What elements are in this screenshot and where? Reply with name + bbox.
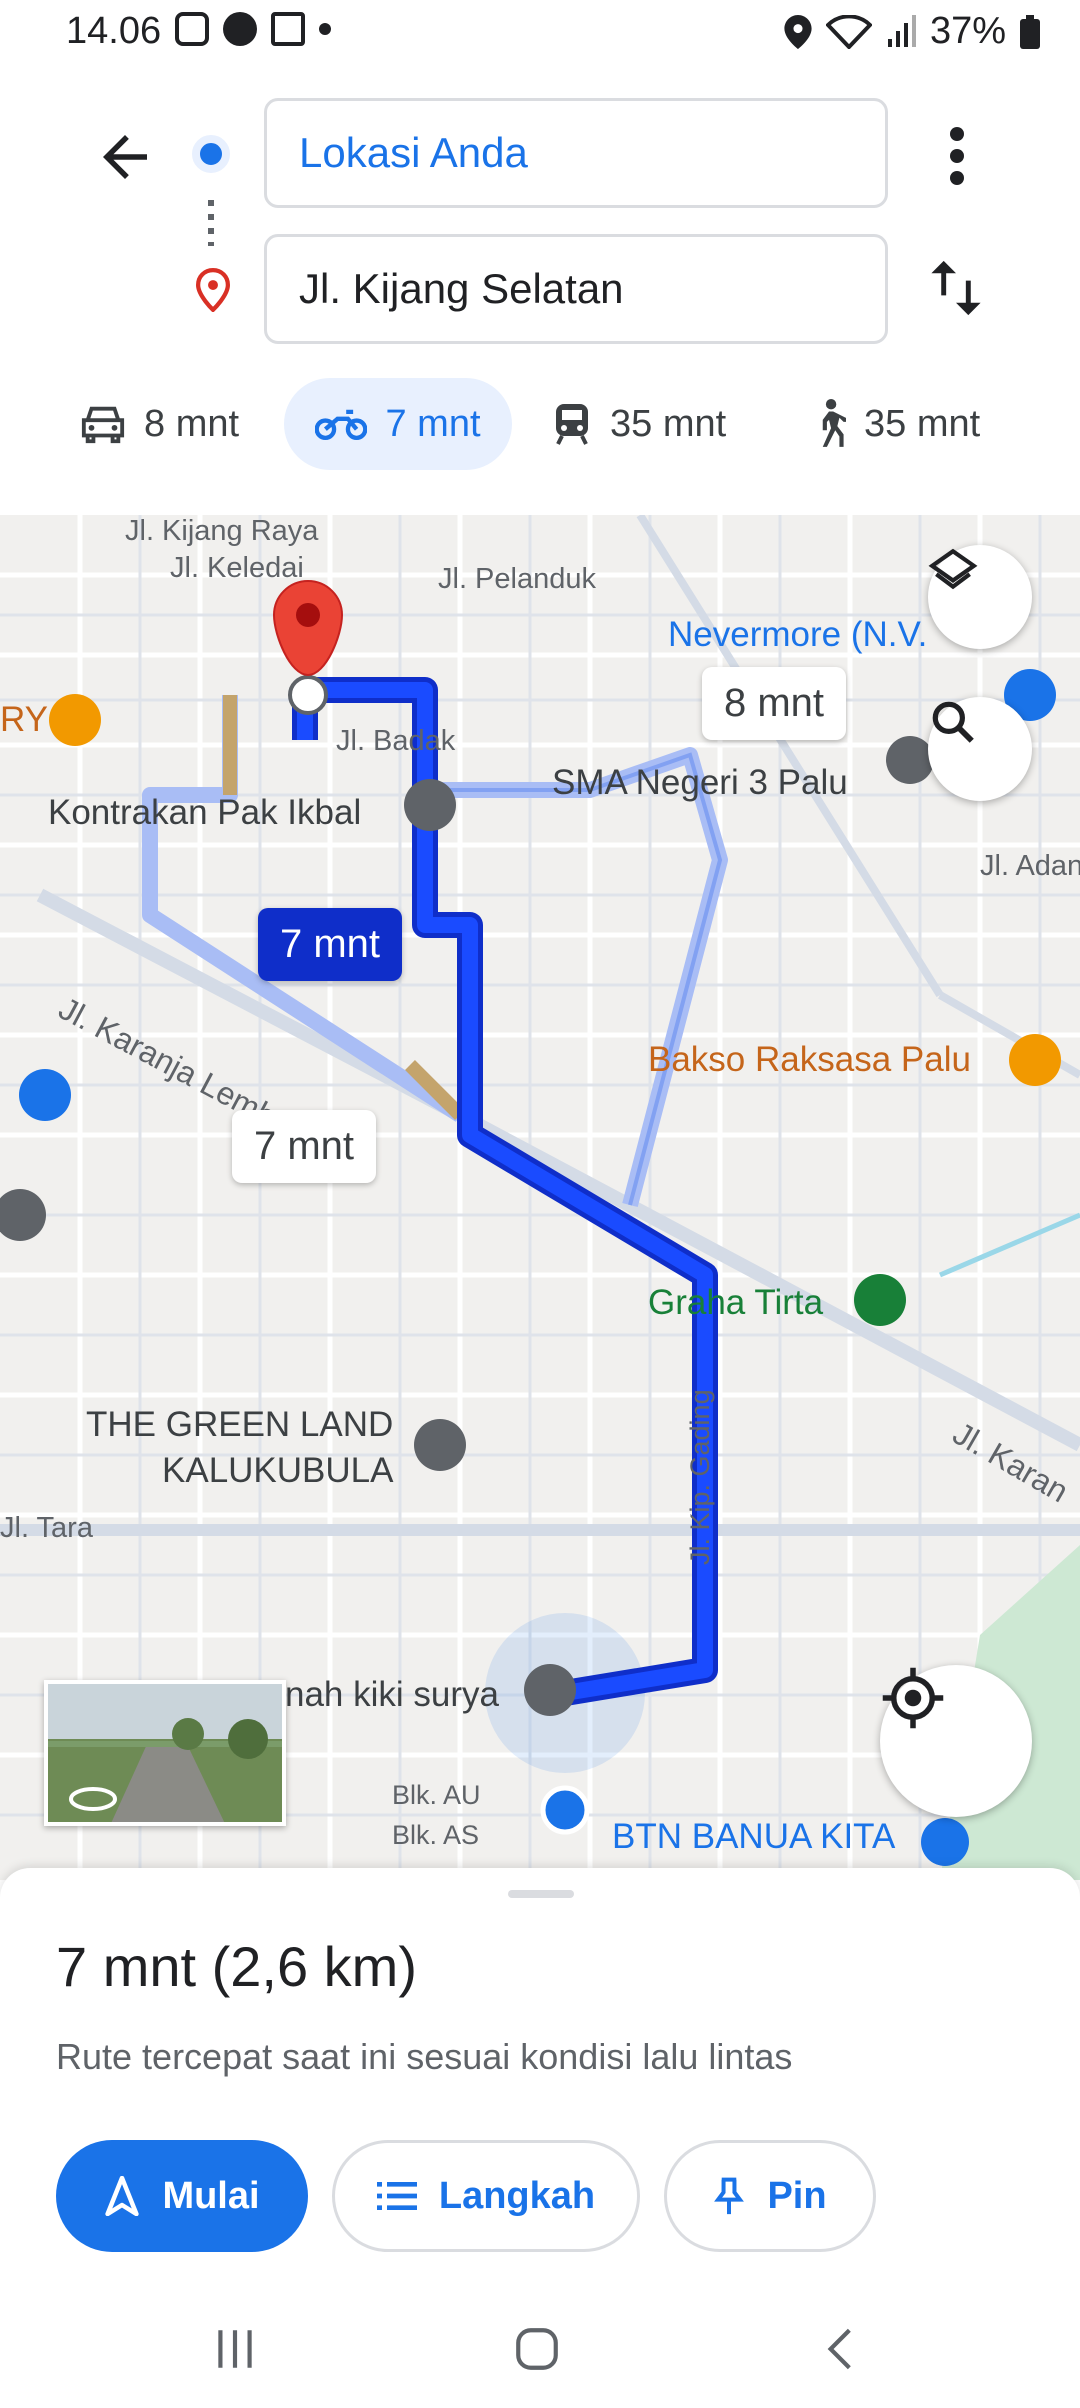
crosshair-icon — [882, 1667, 944, 1729]
destination-input[interactable]: Jl. Kijang Selatan — [264, 234, 888, 344]
search-along-route-button[interactable] — [928, 697, 1032, 801]
mode-car-label: 8 mnt — [144, 402, 240, 445]
map-view[interactable]: Jl. Kijang Raya Jl. Keledai Jl. Pelanduk… — [0, 515, 1080, 1880]
place-label[interactable]: Graha Tirta — [648, 1283, 823, 1323]
street-label: Blk. AS — [392, 1820, 480, 1850]
status-bar: 14.06 37% — [0, 0, 1080, 70]
car-icon — [81, 406, 125, 444]
mode-walk-label: 35 mnt — [864, 402, 981, 445]
steps-button[interactable]: Langkah — [332, 2140, 640, 2252]
route-connector-dots — [208, 200, 214, 246]
street-label: Jl. Pelanduk — [438, 563, 596, 595]
mode-motorcycle-label: 7 mnt — [385, 402, 481, 445]
mode-transit-label: 35 mnt — [610, 402, 727, 445]
layers-icon — [928, 548, 978, 590]
primary-route-label[interactable]: 7 mnt — [258, 908, 403, 981]
route-description: Rute tercepat saat ini sesuai kondisi la… — [56, 2036, 793, 2077]
navigation-arrow-icon — [105, 2176, 140, 2216]
directions-header: Lokasi Anda Jl. Kijang Selatan 8 mnt 7 m… — [0, 70, 1080, 515]
route-eta: 7 mnt (2,6 km) — [56, 1935, 417, 1998]
start-button[interactable]: Mulai — [56, 2140, 308, 2252]
mode-transit[interactable]: 35 mnt — [530, 378, 748, 470]
transit-icon — [556, 404, 588, 445]
battery-icon — [1020, 14, 1040, 49]
pin-icon — [714, 2177, 745, 2215]
main-road — [36, 888, 1080, 1452]
system-icons: 37% — [784, 10, 1040, 53]
status-time: 14.06 — [66, 10, 162, 52]
alt-route-2-label[interactable]: 7 mnt — [232, 1110, 377, 1183]
notification-icons — [175, 12, 331, 46]
street-label: Jl. Tara — [0, 1512, 93, 1544]
place-label[interactable]: KALUKUBULA — [162, 1451, 393, 1491]
battery-level: 37% — [929, 10, 1006, 52]
steps-button-label: Langkah — [438, 2174, 596, 2217]
location-icon — [784, 14, 812, 49]
instagram-icon — [175, 12, 209, 46]
wifi-icon — [825, 14, 872, 49]
layers-button[interactable] — [928, 545, 1032, 649]
mode-motorcycle[interactable]: 7 mnt — [284, 378, 512, 470]
back-nav-icon[interactable] — [816, 2324, 866, 2374]
more-options-icon[interactable] — [940, 126, 974, 186]
recent-apps-icon[interactable] — [210, 2324, 260, 2374]
street-label: Blk. AU — [392, 1780, 481, 1810]
origin-input[interactable]: Lokasi Anda — [264, 98, 888, 208]
place-label[interactable]: THE GREEN LAND — [86, 1405, 393, 1445]
street-label: Jl. Adan — [980, 850, 1080, 882]
drag-handle[interactable] — [508, 1890, 574, 1898]
place-label[interactable]: BTN BANUA KITA — [612, 1817, 895, 1857]
facebook-icon — [223, 12, 257, 46]
walk-icon — [822, 399, 846, 447]
swap-directions-icon[interactable] — [926, 256, 986, 320]
motorcycle-icon — [315, 409, 368, 441]
search-icon — [932, 701, 974, 743]
place-label[interactable]: Kontrakan Pak Ikbal — [48, 793, 361, 833]
primary-route — [292, 677, 718, 1706]
street-label: Jl. Kip. Gading — [685, 1389, 715, 1565]
place-label[interactable]: SMA Negeri 3 Palu — [552, 763, 848, 803]
street-view-thumbnail[interactable] — [44, 1680, 286, 1826]
street-label: Jl. Badak — [336, 725, 456, 757]
place-label[interactable]: nah kiki surya — [285, 1675, 499, 1715]
place-label[interactable]: Bakso Raksasa Palu — [648, 1040, 971, 1080]
home-icon[interactable] — [512, 2324, 562, 2374]
street-view-image — [48, 1718, 282, 1822]
back-arrow-icon[interactable] — [92, 124, 158, 190]
mode-walk[interactable]: 35 mnt — [790, 378, 1002, 470]
origin-dot-icon — [192, 135, 230, 173]
street-label: Jl. Kijang Raya — [125, 515, 319, 547]
place-label[interactable]: RY — [0, 700, 48, 740]
start-button-label: Mulai — [162, 2174, 260, 2217]
street-label: Jl. Keledai — [170, 552, 304, 584]
pin-button[interactable]: Pin — [664, 2140, 876, 2252]
calendar-icon — [271, 12, 305, 46]
pin-button-label: Pin — [767, 2174, 827, 2217]
signal-icon — [887, 14, 916, 47]
my-location-button[interactable] — [880, 1665, 1032, 1817]
travel-mode-tabs: 8 mnt 7 mnt 35 mnt 35 mnt — [0, 378, 1080, 470]
current-location-dot — [540, 1785, 590, 1835]
destination-pin-icon — [196, 268, 230, 312]
system-nav-bar — [0, 2300, 1080, 2408]
list-icon — [376, 2182, 417, 2210]
mode-car[interactable]: 8 mnt — [58, 378, 261, 470]
more-notifications-icon — [319, 23, 331, 35]
place-label[interactable]: Nevermore (N.V. — [668, 615, 927, 655]
alt-route-1-label[interactable]: 8 mnt — [702, 667, 847, 740]
